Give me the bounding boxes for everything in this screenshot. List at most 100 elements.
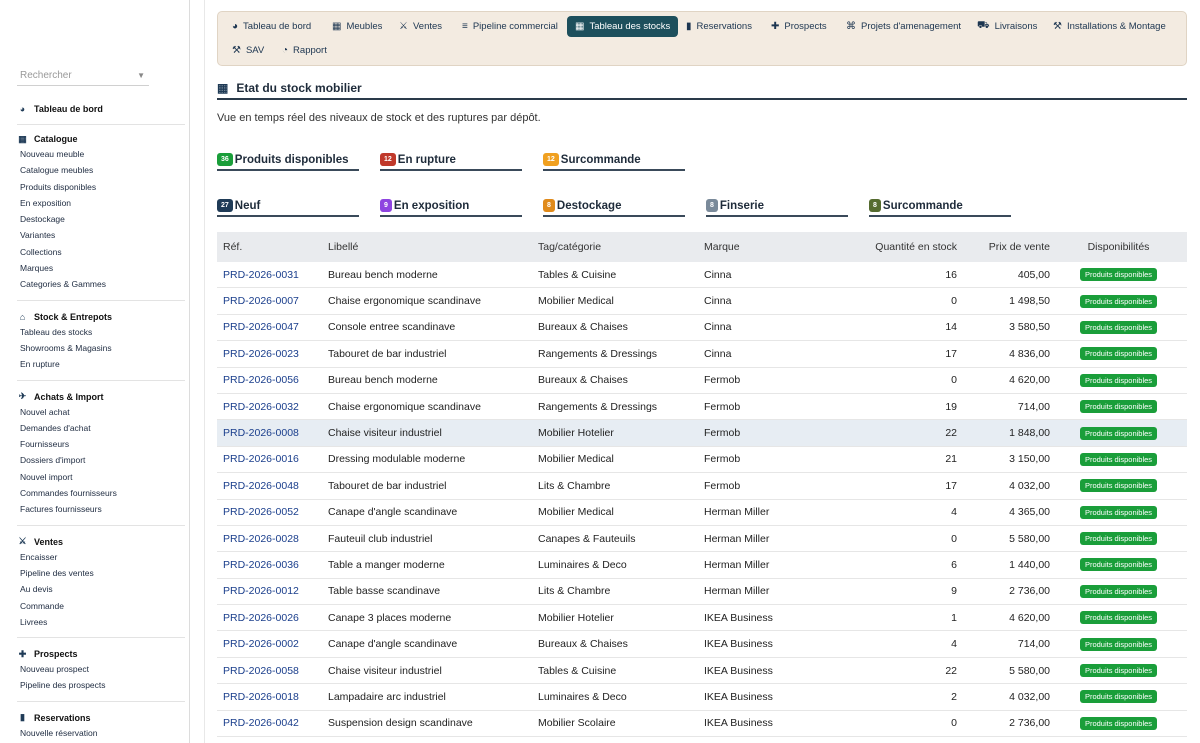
sidebar-item[interactable]: Destockage (17, 211, 187, 227)
stat-card[interactable]: 27 Neuf (217, 196, 359, 217)
tab-prospects[interactable]: ✚ Prospects (763, 16, 835, 37)
product-ref-link[interactable]: PRD-2026-0026 (217, 612, 328, 624)
stat-card[interactable]: 12 Surcommande (543, 150, 685, 171)
product-ref-link[interactable]: PRD-2026-0042 (217, 717, 328, 729)
sidebar-section-header[interactable]: ⌂ Stock & Entrepots (17, 310, 187, 324)
product-ref-link[interactable]: PRD-2026-0031 (217, 269, 328, 281)
product-ref-link[interactable]: PRD-2026-0002 (217, 638, 328, 650)
tab-reservations[interactable]: ▮ Reservations (678, 16, 760, 37)
sidebar-item[interactable]: Factures fournisseurs (17, 501, 187, 517)
sidebar-item[interactable]: Tableau des stocks (17, 324, 187, 340)
table-row[interactable]: PRD-2026-0042 Suspension design scandinav… (217, 711, 1187, 738)
table-row[interactable]: PRD-2026-0032 Chaise ergonomique scandina… (217, 394, 1187, 421)
sidebar-item[interactable]: Fournisseurs (17, 436, 187, 452)
count-badge: 8 (869, 199, 881, 212)
tab-livraisons[interactable]: ⛟ Livraisons (969, 16, 1045, 37)
product-ref-link[interactable]: PRD-2026-0036 (217, 559, 328, 571)
table-row[interactable]: PRD-2026-0023 Tabouret de bar industriel R… (217, 341, 1187, 368)
chevron-down-icon[interactable]: ▼ (137, 71, 145, 80)
table-row[interactable]: PRD-2026-0007 Chaise ergonomique scandina… (217, 288, 1187, 315)
sidebar-item[interactable]: Dossiers d'import (17, 452, 187, 468)
stat-card[interactable]: 8 Surcommande (869, 196, 1011, 217)
stat-card[interactable]: 8 Finserie (706, 196, 848, 217)
table-row[interactable]: PRD-2026-0002 Canape d'angle scandinave Bu… (217, 631, 1187, 658)
product-ref-link[interactable]: PRD-2026-0047 (217, 321, 328, 333)
product-ref-link[interactable]: PRD-2026-0028 (217, 533, 328, 545)
tab-ventes[interactable]: ⚔ Ventes (391, 16, 450, 37)
tab-installations-montage[interactable]: ⚒ Installations & Montage (1045, 16, 1174, 37)
tab-meubles[interactable]: ▦ Meubles (324, 16, 390, 37)
table-row[interactable]: PRD-2026-0052 Canape d'angle scandinave Mo… (217, 500, 1187, 526)
table-row[interactable]: PRD-2026-0058 Chaise visiteur industriel T… (217, 658, 1187, 685)
table-row[interactable]: PRD-2026-0036 Table a manger moderne Lumin… (217, 552, 1187, 579)
search-input[interactable]: Rechercher ▼ (17, 66, 149, 86)
table-row[interactable]: PRD-2026-0056 Bureau bench moderne Bureaux… (217, 368, 1187, 394)
column-header[interactable]: Marque (704, 241, 844, 253)
sidebar-item[interactable]: Produits disponibles (17, 179, 187, 195)
table-row[interactable]: PRD-2026-0012 Table basse scandinave Lits … (217, 579, 1187, 606)
sidebar-section-header[interactable]: ✚ Prospects (17, 647, 187, 661)
tab-tableau-de-bord[interactable]: ◕ Tableau de bord (224, 16, 319, 37)
sidebar-item[interactable]: Nouvel achat (17, 404, 187, 420)
column-header[interactable]: Réf. (217, 241, 328, 253)
sidebar-item-dashboard[interactable]: ◕ Tableau de bord (17, 102, 187, 116)
sidebar-item[interactable]: Encaisser (17, 549, 187, 565)
sidebar-item[interactable]: Collections (17, 244, 187, 260)
product-ref-link[interactable]: PRD-2026-0012 (217, 585, 328, 597)
column-header[interactable]: Disponibilités (1050, 241, 1187, 253)
product-ref-link[interactable]: PRD-2026-0018 (217, 691, 328, 703)
table-row[interactable]: PRD-2026-0028 Fauteuil club industriel Can… (217, 526, 1187, 553)
sidebar-item[interactable]: Au devis (17, 581, 187, 597)
table-row[interactable]: PRD-2026-0047 Console entree scandinave Bu… (217, 315, 1187, 342)
table-row[interactable]: PRD-2026-0016 Dressing modulable moderne M… (217, 447, 1187, 474)
tab-sav[interactable]: ⚒ SAV (224, 40, 272, 61)
column-header[interactable]: Quantité en stock (844, 241, 957, 253)
sidebar-item[interactable]: Demandes d'achat (17, 420, 187, 436)
sidebar-item[interactable]: Variantes (17, 227, 187, 243)
sidebar-section-header[interactable]: ▦ Catalogue (17, 132, 187, 146)
table-row[interactable]: PRD-2026-0018 Lampadaire arc industriel Lu… (217, 684, 1187, 711)
sidebar-item[interactable]: Categories & Gammes (17, 276, 187, 292)
sidebar-item[interactable]: Nouveau meuble (17, 146, 187, 162)
tab-tableau-des-stocks[interactable]: ▦ Tableau des stocks (567, 16, 679, 37)
product-ref-link[interactable]: PRD-2026-0058 (217, 665, 328, 677)
sidebar-item[interactable]: Livrees (17, 614, 187, 630)
stat-card[interactable]: 36 Produits disponibles (217, 150, 359, 171)
table-row[interactable]: PRD-2026-0048 Tabouret de bar industriel L… (217, 473, 1187, 500)
sidebar-item[interactable]: Pipeline des prospects (17, 677, 187, 693)
product-ref-link[interactable]: PRD-2026-0032 (217, 401, 328, 413)
column-header[interactable]: Libellé (328, 241, 538, 253)
sidebar-item[interactable]: Catalogue meubles (17, 162, 187, 178)
product-ref-link[interactable]: PRD-2026-0056 (217, 374, 328, 386)
tab-projets-d-amenagement[interactable]: ⌘ Projets d'amenagement (838, 16, 969, 37)
sidebar-item[interactable]: En exposition (17, 195, 187, 211)
sidebar-item[interactable]: Nouvelle réservation (17, 725, 187, 741)
product-ref-link[interactable]: PRD-2026-0023 (217, 348, 328, 360)
stat-card[interactable]: 9 En exposition (380, 196, 522, 217)
product-ref-link[interactable]: PRD-2026-0052 (217, 506, 328, 518)
sidebar-item[interactable]: En rupture (17, 356, 187, 372)
column-header[interactable]: Tag/catégorie (538, 241, 704, 253)
stat-card[interactable]: 12 En rupture (380, 150, 522, 171)
sidebar-item[interactable]: Showrooms & Magasins (17, 340, 187, 356)
product-ref-link[interactable]: PRD-2026-0048 (217, 480, 328, 492)
column-header[interactable]: Prix de vente (957, 241, 1050, 253)
stat-card[interactable]: 8 Destockage (543, 196, 685, 217)
sidebar-item[interactable]: Marques (17, 260, 187, 276)
tab-rapport[interactable]: ◔ Rapport (274, 40, 335, 61)
sidebar-item[interactable]: Pipeline des ventes (17, 565, 187, 581)
sidebar-item[interactable]: Nouveau prospect (17, 661, 187, 677)
product-ref-link[interactable]: PRD-2026-0007 (217, 295, 328, 307)
sidebar-section-header[interactable]: ✈ Achats & Import (17, 390, 187, 404)
table-row[interactable]: PRD-2026-0031 Bureau bench moderne Tables … (217, 262, 1187, 289)
product-ref-link[interactable]: PRD-2026-0016 (217, 453, 328, 465)
sidebar-section-header[interactable]: ⚔ Ventes (17, 535, 187, 549)
sidebar-item[interactable]: Commande (17, 598, 187, 614)
table-row[interactable]: PRD-2026-0026 Canape 3 places moderne Mobi… (217, 605, 1187, 632)
sidebar-item[interactable]: Nouvel import (17, 469, 187, 485)
table-row[interactable]: PRD-2026-0008 Chaise visiteur industriel M… (217, 420, 1187, 447)
sidebar-section-header[interactable]: ▮ Reservations (17, 711, 187, 725)
sidebar-item[interactable]: Commandes fournisseurs (17, 485, 187, 501)
product-ref-link[interactable]: PRD-2026-0008 (217, 427, 328, 439)
tab-pipeline-commercial[interactable]: ≡ Pipeline commercial (454, 16, 566, 37)
